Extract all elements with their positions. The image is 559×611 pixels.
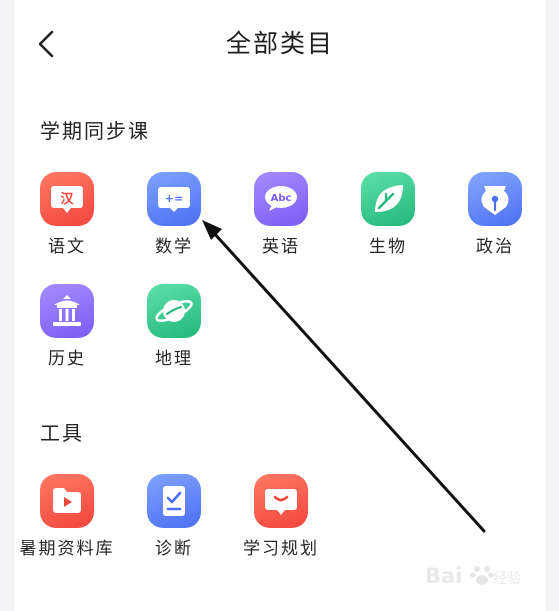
svg-text:+=: +=: [165, 192, 183, 205]
tool-item-study-plan[interactable]: 学习规划: [228, 474, 334, 566]
paw-icon: [470, 566, 494, 585]
leaf-icon: [361, 172, 415, 226]
category-label: 地理: [155, 349, 193, 369]
svg-text:Abc: Abc: [271, 193, 292, 204]
watermark: Bai 经验: [425, 558, 550, 598]
chinese-char-icon: 汉: [40, 172, 94, 226]
checklist-icon: [147, 474, 201, 528]
category-item-geography[interactable]: 地理: [121, 284, 227, 376]
watermark-text: Bai: [425, 564, 463, 588]
category-page: 全部类目 学期同步课 汉 语文 += 数学 Abc 英语 生物 政治 历史 地理…: [14, 0, 546, 611]
section-title-sync-courses: 学期同步课: [40, 119, 150, 143]
header: 全部类目: [14, 0, 546, 90]
chat-smile-icon: [254, 474, 308, 528]
temple-icon: [40, 284, 94, 338]
category-item-politics[interactable]: 政治: [442, 172, 548, 264]
planet-icon: [147, 284, 201, 338]
math-chat-icon: +=: [147, 172, 201, 226]
pen-nib-icon: [468, 172, 522, 226]
english-chat-icon: Abc: [254, 172, 308, 226]
svg-text:汉: 汉: [60, 191, 74, 207]
category-label: 政治: [476, 237, 514, 257]
category-label: 学习规划: [243, 539, 319, 559]
page-title: 全部类目: [225, 29, 334, 58]
watermark-sub: 经验: [493, 571, 521, 587]
section-title-tools: 工具: [40, 421, 84, 445]
video-folder-icon: [40, 474, 94, 528]
